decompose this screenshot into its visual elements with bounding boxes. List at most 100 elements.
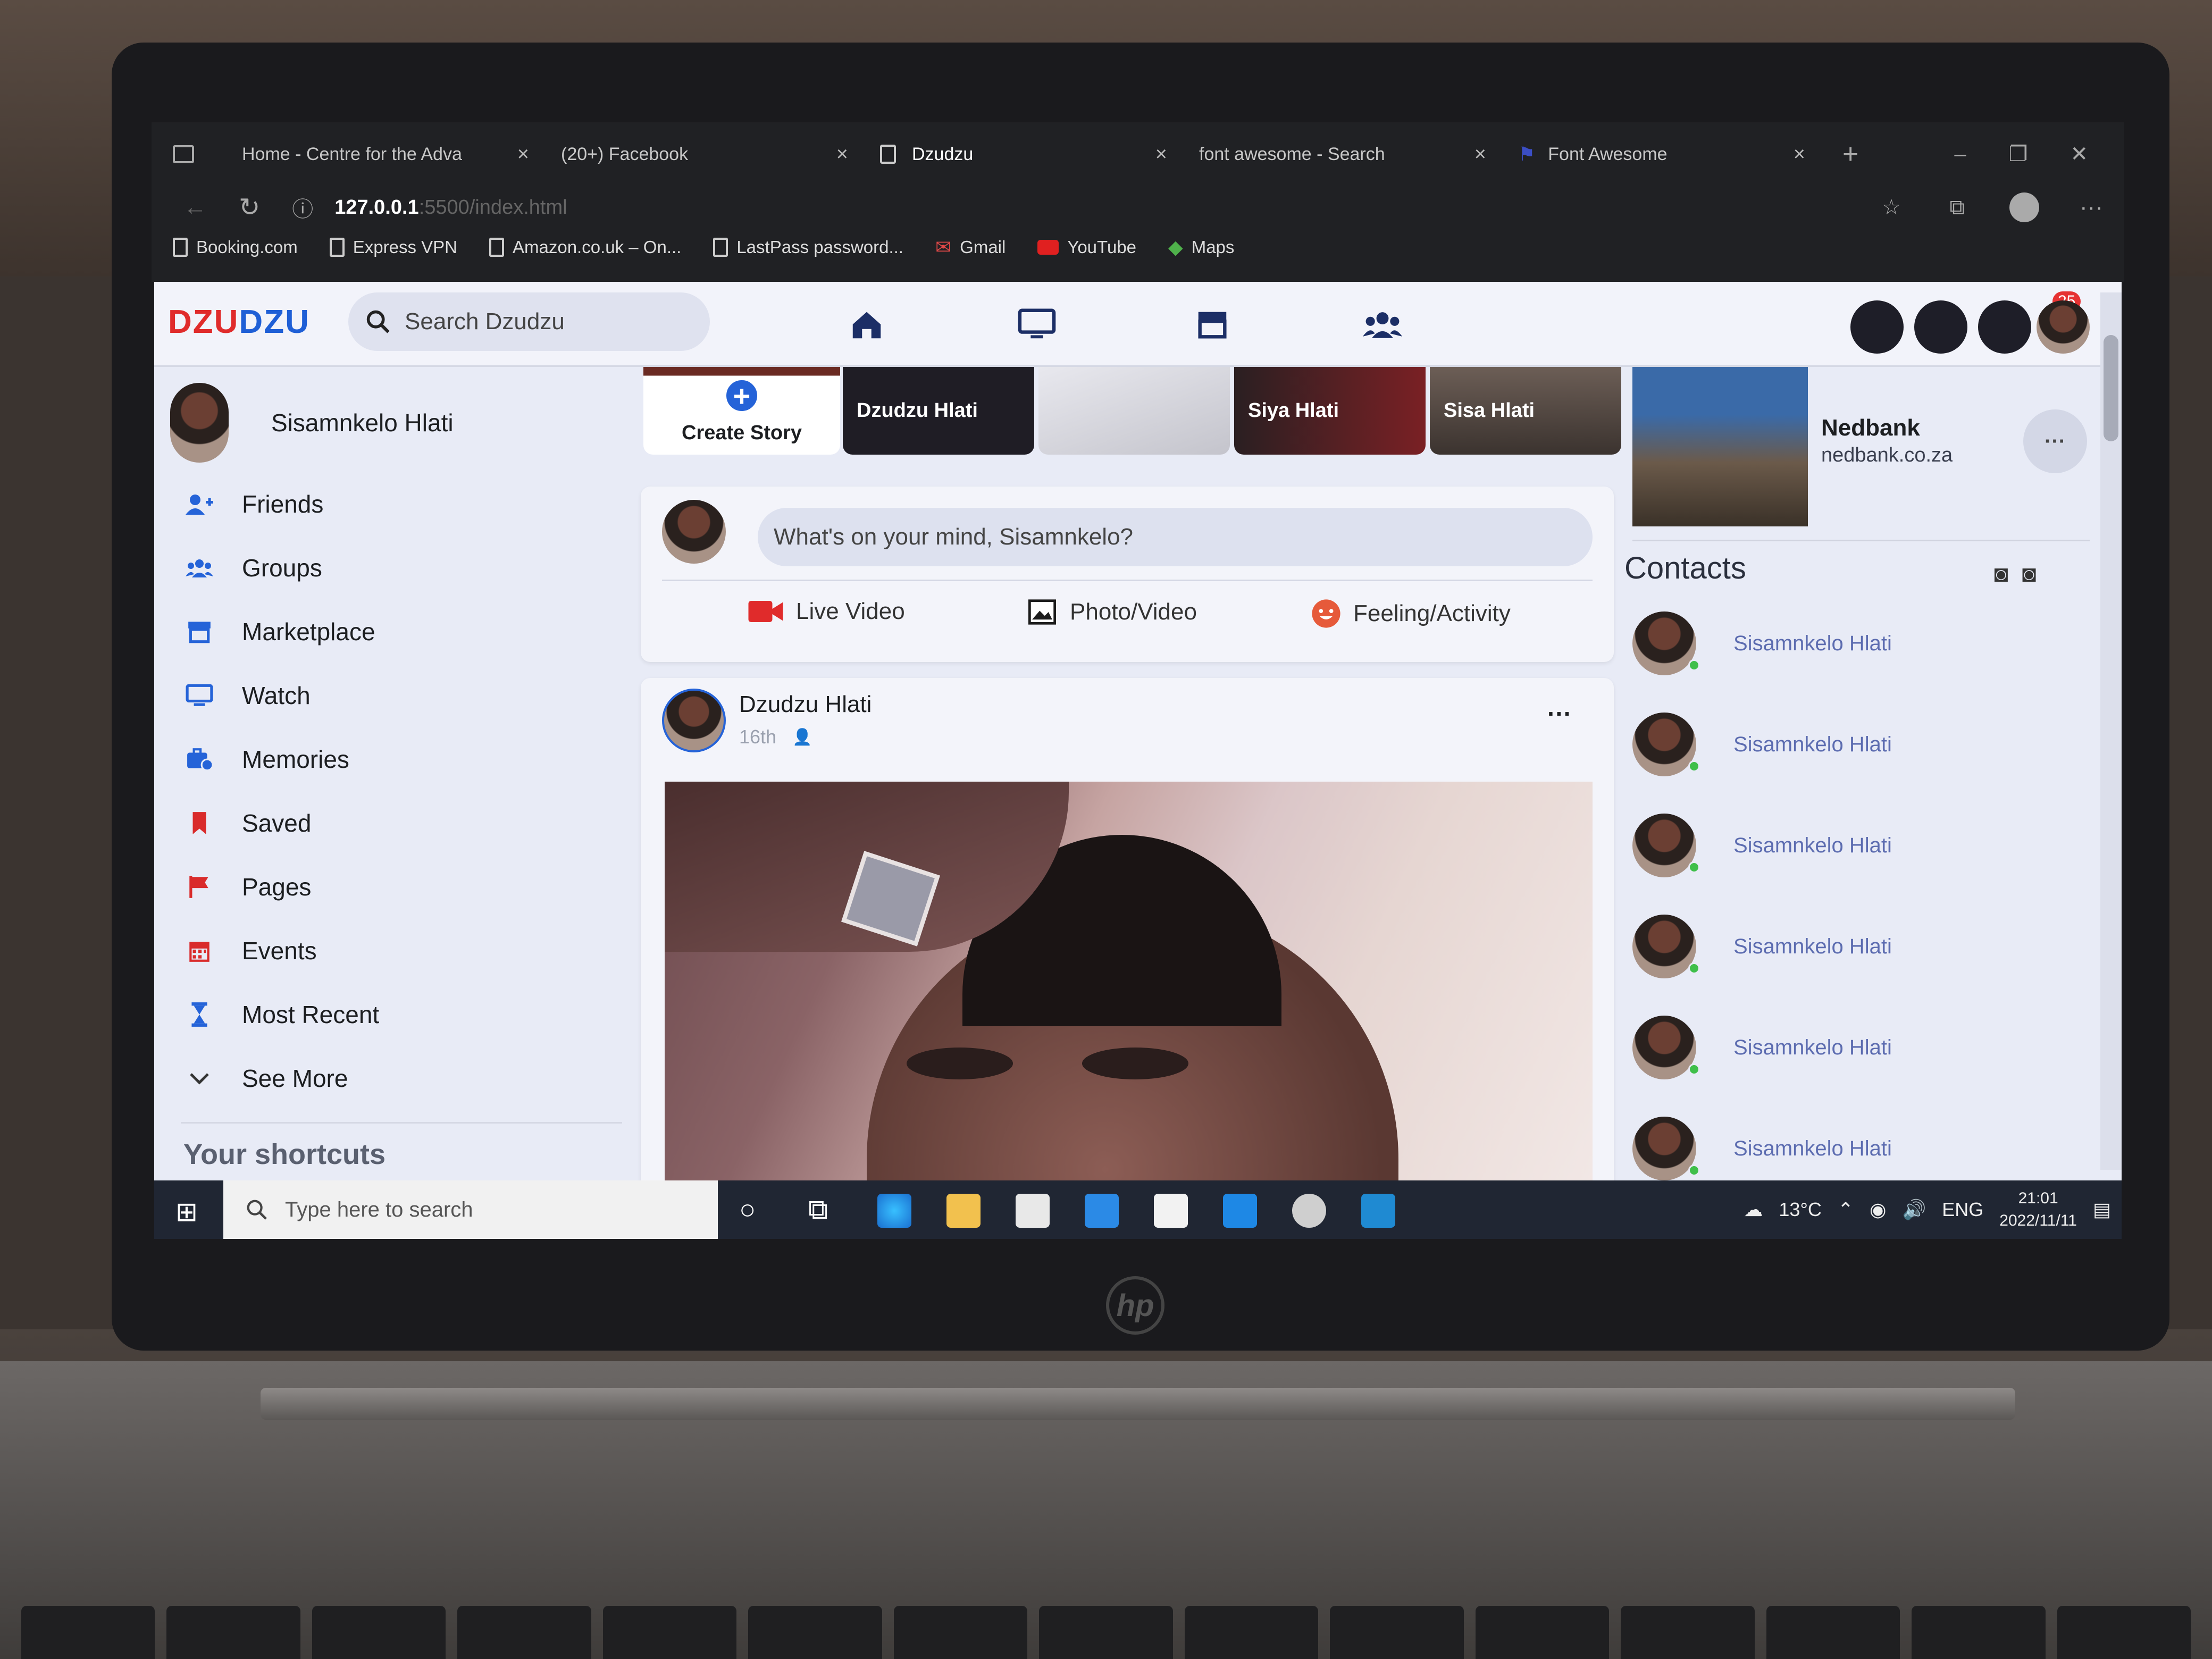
notification-center-icon[interactable]: ▤ — [2093, 1199, 2111, 1221]
reload-icon[interactable]: ↻ — [239, 192, 260, 222]
create-story-card[interactable]: + Create Story — [643, 367, 840, 455]
nav-store-icon[interactable] — [1191, 303, 1234, 346]
composer-input[interactable] — [758, 508, 1593, 566]
create-button[interactable] — [1850, 300, 1904, 354]
url-field[interactable]: 127.0.0.1:5500/index.html — [334, 196, 567, 219]
tab-font-awesome[interactable]: ⚑ Font Awesome × — [1502, 133, 1821, 175]
close-icon[interactable]: × — [517, 143, 529, 166]
language-indicator[interactable]: ENG — [1942, 1199, 1983, 1221]
dropbox-icon[interactable] — [1223, 1194, 1257, 1228]
tab-facebook[interactable]: (20+) Facebook × — [545, 133, 864, 175]
tab-actions-icon[interactable] — [173, 145, 194, 163]
new-tab-button[interactable]: + — [1842, 138, 1858, 170]
restore-icon[interactable]: ❐ — [2009, 142, 2028, 166]
chevron-up-icon[interactable]: ⌃ — [1838, 1199, 1854, 1221]
feeling-activity-button[interactable]: Feeling/Activity — [1311, 598, 1511, 629]
sidebar-item-saved[interactable]: Saved — [183, 808, 311, 838]
sponsor-more-button[interactable]: ··· — [2023, 409, 2087, 473]
search-input[interactable] — [405, 308, 692, 335]
profile-icon[interactable] — [2009, 192, 2039, 222]
mail-icon[interactable] — [1085, 1194, 1119, 1228]
photo-video-button[interactable]: Photo/Video — [1026, 598, 1197, 626]
close-icon[interactable]: × — [1474, 143, 1486, 166]
windows-start-icon[interactable]: ⊞ — [175, 1196, 198, 1227]
volume-icon[interactable]: 🔊 — [1902, 1199, 1926, 1221]
post-author[interactable]: Dzudzu Hlati — [739, 691, 872, 718]
story-card[interactable]: Siya Hlati — [1234, 367, 1426, 455]
menu-icon[interactable]: ··· — [2080, 194, 2103, 221]
sponsor-image[interactable] — [1632, 367, 1808, 526]
sidebar-item-memories[interactable]: Memories — [183, 744, 349, 774]
temperature[interactable]: 13°C — [1779, 1199, 1821, 1221]
close-icon[interactable]: × — [1794, 143, 1805, 166]
contact-item[interactable]: Sisamnkelo Hlati — [1632, 611, 1892, 675]
account-avatar[interactable] — [2037, 300, 2090, 354]
story-card[interactable]: Sisa Hlati — [1430, 367, 1621, 455]
dzudzu-logo[interactable]: DZUDZU — [168, 303, 310, 341]
bookmark-youtube[interactable]: YouTube — [1037, 237, 1136, 257]
sidebar-item-groups[interactable]: Groups — [183, 553, 322, 583]
bookmark-booking[interactable]: Booking.com — [173, 237, 298, 257]
bookmark-gmail[interactable]: ✉ Gmail — [935, 236, 1006, 258]
collections-icon[interactable]: ⧉ — [1949, 196, 1965, 220]
info-icon[interactable]: ⓘ — [292, 192, 313, 223]
edge-icon[interactable] — [877, 1194, 911, 1228]
sidebar-item-marketplace[interactable]: Marketplace — [183, 617, 375, 647]
contact-item[interactable]: Sisamnkelo Hlati — [1632, 814, 1892, 877]
minimize-icon[interactable]: – — [1954, 143, 1966, 166]
story-card[interactable] — [1038, 367, 1230, 455]
bookmark-maps[interactable]: ◆ Maps — [1168, 236, 1234, 258]
clock[interactable]: 21:01 2022/11/11 — [1999, 1187, 2077, 1232]
nav-home-icon[interactable] — [845, 303, 888, 346]
amazon-icon[interactable] — [1154, 1194, 1188, 1228]
network-icon[interactable]: ◉ — [1870, 1199, 1886, 1221]
contact-item[interactable]: Sisamnkelo Hlati — [1632, 1117, 1892, 1180]
search-box[interactable] — [348, 292, 710, 351]
tab-font-awesome-search[interactable]: font awesome - Search × — [1183, 133, 1502, 175]
window-close-icon[interactable]: ✕ — [2070, 142, 2088, 166]
scrollbar-thumb[interactable] — [2104, 335, 2118, 441]
post-time[interactable]: 16th — [739, 726, 776, 748]
sidebar-item-friends[interactable]: Friends — [183, 489, 323, 519]
weather-icon[interactable]: ☁ — [1744, 1199, 1763, 1221]
camera-icon[interactable]: ◙ — [1994, 561, 2008, 588]
task-view-icon[interactable]: ⧉ — [808, 1194, 828, 1226]
contact-item[interactable]: Sisamnkelo Hlati — [1632, 713, 1892, 776]
vscode-icon[interactable] — [1361, 1194, 1395, 1228]
close-icon[interactable]: × — [1155, 143, 1167, 166]
avatar[interactable] — [662, 689, 726, 752]
sidebar-item-pages[interactable]: Pages — [183, 872, 311, 902]
contact-item[interactable]: Sisamnkelo Hlati — [1632, 1016, 1892, 1079]
tab-home-centre[interactable]: Home - Centre for the Adva × — [226, 133, 545, 175]
post-more-button[interactable]: ··· — [1547, 699, 1572, 728]
close-icon[interactable]: × — [836, 143, 848, 166]
sidebar-item-most-recent[interactable]: Most Recent — [183, 1000, 379, 1029]
sidebar-item-events[interactable]: Events — [183, 936, 317, 966]
store-icon[interactable] — [1016, 1194, 1050, 1228]
page-scrollbar[interactable] — [2100, 292, 2122, 1170]
bookmark-express-vpn[interactable]: Express VPN — [329, 237, 457, 257]
bookmark-lastpass[interactable]: LastPass password... — [713, 237, 903, 257]
file-explorer-icon[interactable] — [946, 1194, 981, 1228]
notifications-button[interactable] — [1978, 300, 2031, 354]
messenger-button[interactable] — [1914, 300, 1967, 354]
cortana-icon[interactable]: ○ — [739, 1194, 756, 1226]
story-card[interactable]: Dzudzu Hlati — [843, 367, 1034, 455]
camera-icon[interactable]: ◙ — [2022, 561, 2037, 588]
sidebar-profile[interactable]: Sisamnkelo Hlati — [170, 383, 454, 463]
sidebar-item-see-more[interactable]: See More — [183, 1063, 348, 1093]
nav-watch-icon[interactable] — [1016, 303, 1058, 346]
favorites-icon[interactable]: ☆ — [1882, 195, 1901, 220]
contact-item[interactable]: Sisamnkelo Hlati — [1632, 915, 1892, 978]
bookmark-amazon[interactable]: Amazon.co.uk – On... — [489, 237, 681, 257]
back-icon[interactable]: ← — [183, 194, 207, 221]
sponsor-name[interactable]: Nedbank — [1821, 415, 1920, 441]
nav-groups-icon[interactable] — [1361, 303, 1404, 346]
live-video-button[interactable]: Live Video — [747, 598, 905, 625]
sponsor-url[interactable]: nedbank.co.za — [1821, 444, 1953, 467]
tab-dzudzu[interactable]: Dzudzu × — [864, 133, 1183, 175]
taskbar-search[interactable]: Type here to search — [223, 1180, 718, 1239]
app-icon[interactable] — [1292, 1194, 1326, 1228]
sidebar-item-watch[interactable]: Watch — [183, 681, 311, 710]
post-photo[interactable] — [665, 782, 1593, 1180]
